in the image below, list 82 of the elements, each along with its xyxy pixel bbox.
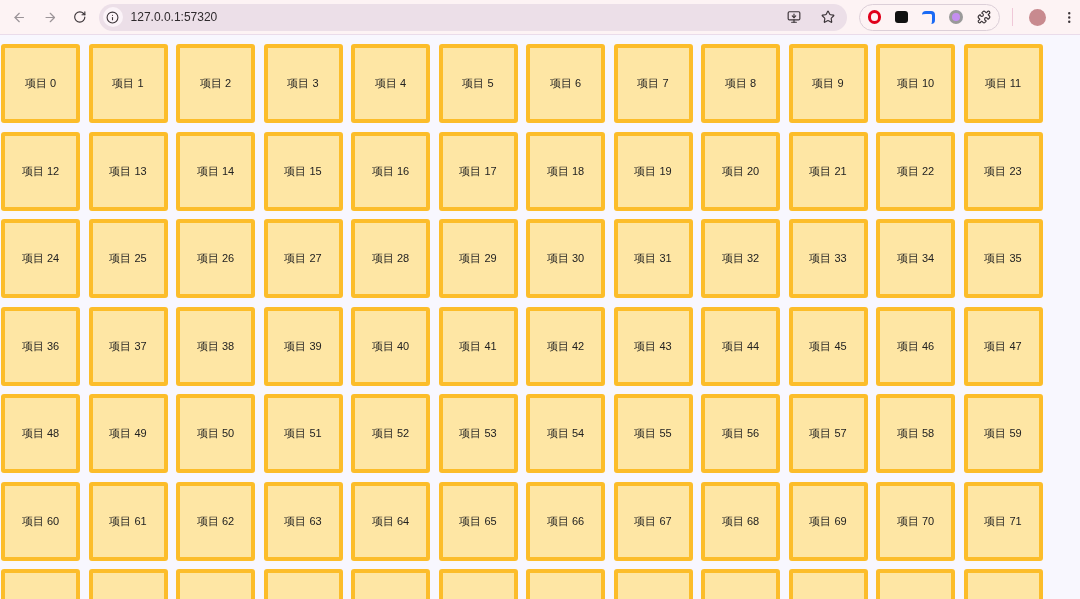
reload-icon[interactable]	[73, 10, 87, 24]
item-label: 项目 44	[721, 338, 760, 354]
item-label: 项目 10	[896, 76, 935, 92]
item-label: 项目 66	[546, 513, 585, 529]
url-text: 127.0.0.1:57320	[130, 9, 218, 26]
info-icon[interactable]	[102, 7, 123, 27]
extensions-puzzle-icon[interactable]	[977, 10, 992, 24]
item-label: 项目 15	[284, 163, 322, 179]
extension-o-icon[interactable]	[868, 10, 882, 24]
item-label: 项目 62	[196, 513, 235, 529]
item-label: 项目 3	[287, 76, 319, 92]
item-label: 项目 32	[721, 251, 760, 267]
item-label: 项目 6	[549, 76, 582, 92]
item-label: 项目 69	[809, 513, 847, 529]
extension-circle-icon[interactable]	[949, 10, 964, 24]
item-label: 项目 24	[21, 251, 60, 267]
item-label: 项目 49	[109, 426, 147, 442]
item-label: 项目 36	[21, 338, 60, 354]
item-label: 项目 9	[812, 76, 844, 92]
item-label: 项目 18	[546, 163, 585, 179]
item-label: 项目 35	[984, 251, 1022, 267]
item-label: 项目 14	[196, 163, 235, 179]
item-label: 项目 71	[984, 513, 1022, 529]
item-label: 项目 48	[21, 426, 60, 442]
item-label: 项目 39	[284, 338, 322, 354]
item-label: 项目 11	[984, 76, 1022, 92]
item-label: 项目 43	[634, 338, 672, 354]
item-label: 项目 20	[721, 163, 760, 179]
item-label: 项目 45	[809, 338, 847, 354]
item-label: 项目 5	[462, 76, 494, 92]
item-label: 项目 0	[24, 76, 57, 92]
item-label: 项目 26	[196, 251, 235, 267]
item-label: 项目 4	[374, 76, 407, 92]
item-label: 项目 28	[371, 251, 410, 267]
item-label: 项目 27	[284, 251, 322, 267]
profile-avatar[interactable]	[1029, 8, 1046, 26]
item-label: 项目 21	[809, 163, 847, 179]
item-label: 项目 23	[984, 163, 1022, 179]
item-label: 项目 34	[896, 251, 935, 267]
item-label: 项目 46	[896, 338, 935, 354]
item-label: 项目 19	[634, 163, 672, 179]
item-label: 项目 68	[721, 513, 760, 529]
address-bar[interactable]: 127.0.0.1:57320	[98, 3, 848, 31]
item-label: 项目 64	[371, 513, 410, 529]
item-label: 项目 12	[21, 163, 60, 179]
item-label: 项目 55	[634, 426, 672, 442]
item-label: 项目 57	[809, 426, 847, 442]
item-label: 项目 41	[459, 338, 497, 354]
item-label: 项目 1	[112, 76, 144, 92]
item-label: 项目 50	[196, 426, 235, 442]
item-label: 项目 70	[896, 513, 935, 529]
item-label: 项目 63	[284, 513, 322, 529]
item-label: 项目 30	[546, 251, 585, 267]
install-icon[interactable]	[787, 10, 802, 24]
item-label: 项目 8	[724, 76, 757, 92]
item-label: 项目 29	[459, 251, 497, 267]
item-label: 项目 54	[546, 426, 585, 442]
item-label: 项目 67	[634, 513, 672, 529]
item-label: 项目 17	[459, 163, 497, 179]
item-label: 项目 25	[109, 251, 147, 267]
item-label: 项目 56	[721, 426, 760, 442]
item-label: 项目 65	[459, 513, 497, 529]
item-label: 项目 47	[984, 338, 1022, 354]
item-label: 项目 42	[546, 338, 585, 354]
item-label: 项目 37	[109, 338, 147, 354]
item-label: 项目 58	[896, 426, 935, 442]
item-label: 项目 51	[284, 426, 322, 442]
item-label: 项目 2	[199, 76, 232, 92]
item-label: 项目 31	[634, 251, 672, 267]
item-label: 项目 59	[984, 426, 1022, 442]
item-label: 项目 52	[371, 426, 410, 442]
item-label: 项目 16	[371, 163, 410, 179]
item-label: 项目 33	[809, 251, 847, 267]
item-label: 项目 61	[109, 513, 147, 529]
bookmark-star-icon[interactable]	[821, 10, 836, 24]
item-label: 项目 38	[196, 338, 235, 354]
item-label: 项目 22	[896, 163, 935, 179]
item-label: 项目 7	[637, 76, 669, 92]
item-label: 项目 40	[371, 338, 410, 354]
item-label: 项目 13	[109, 163, 147, 179]
item-label: 项目 53	[459, 426, 497, 442]
item-label: 项目 60	[21, 513, 60, 529]
